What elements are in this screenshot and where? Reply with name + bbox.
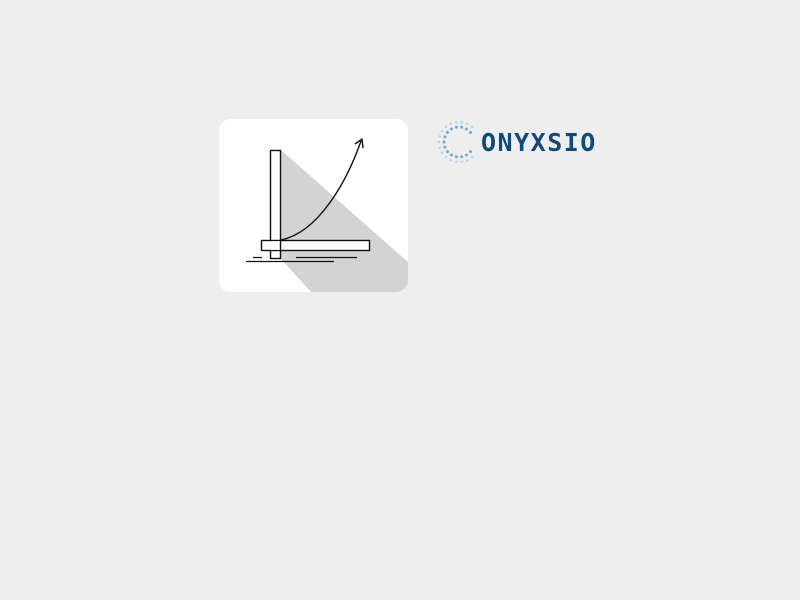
- ring-dot: [446, 150, 450, 154]
- ring-dot: [450, 153, 453, 157]
- onyxsio-logo[interactable]: ONYXSIO: [434, 118, 634, 168]
- ring-dot: [440, 151, 444, 155]
- ring-dot: [440, 129, 444, 133]
- ring-dot: [449, 158, 452, 162]
- ring-dot: [437, 140, 441, 144]
- ring-dot: [460, 125, 464, 129]
- ring-dot: [468, 150, 472, 154]
- ring-dot: [443, 145, 447, 149]
- ring-dot: [446, 130, 450, 134]
- ring-dot: [454, 120, 458, 124]
- ring-dot: [444, 125, 448, 129]
- ring-dot: [468, 130, 472, 134]
- ring-dot: [450, 127, 453, 131]
- ring-dot: [460, 160, 464, 164]
- ring-dot: [465, 153, 468, 157]
- axis-joint: [271, 241, 280, 250]
- ring-dot: [454, 155, 458, 159]
- long-shadow: [281, 150, 408, 292]
- ring-dot: [470, 155, 474, 159]
- ring-dot: [465, 127, 468, 131]
- growth-chart-icon: [246, 138, 408, 292]
- ring-dot: [438, 146, 442, 149]
- ring-dot: [449, 122, 452, 126]
- ring-dot: [470, 125, 474, 129]
- brand-wordmark: ONYXSIO: [481, 128, 597, 157]
- ring-dot: [466, 122, 469, 126]
- app-tile[interactable]: [219, 119, 408, 292]
- ring-dot: [443, 135, 447, 139]
- ring-dot: [444, 155, 448, 159]
- ring-dot: [438, 135, 442, 138]
- ring-dot: [460, 155, 464, 159]
- ring-dot: [454, 160, 458, 164]
- ring-dot: [460, 120, 464, 124]
- ring-dot: [454, 125, 458, 129]
- ring-dot: [442, 140, 446, 144]
- dotted-ring-icon: [437, 120, 474, 164]
- canvas: ONYXSIO: [0, 0, 800, 600]
- ring-dot: [466, 158, 469, 162]
